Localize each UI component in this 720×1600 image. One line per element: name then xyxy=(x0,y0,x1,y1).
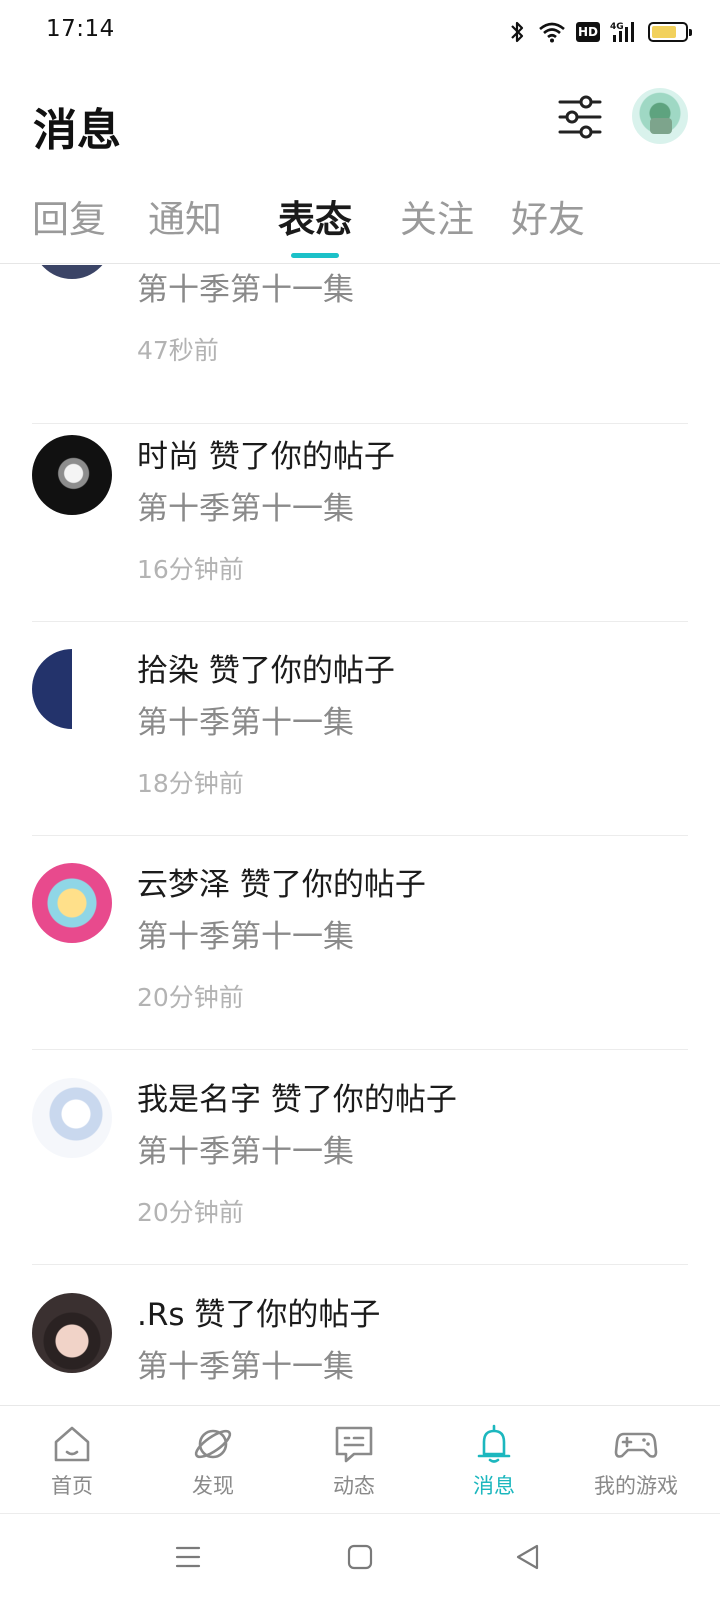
avatar[interactable] xyxy=(32,863,112,943)
nav-discover[interactable]: 发现 xyxy=(153,1422,273,1500)
user-avatar[interactable] xyxy=(632,88,688,144)
nav-messages[interactable]: 消息 xyxy=(434,1422,554,1500)
bluetooth-icon xyxy=(506,20,528,44)
nav-my-games[interactable]: 我的游戏 xyxy=(576,1422,696,1500)
status-time: 17:14 xyxy=(46,16,115,42)
svg-text:4G: 4G xyxy=(610,22,624,32)
nav-label: 我的游戏 xyxy=(594,1474,678,1498)
item-time: 16分钟前 xyxy=(137,555,244,584)
item-subtitle: 第十季第十一集 xyxy=(137,705,354,741)
nav-feed[interactable]: 动态 xyxy=(294,1422,414,1500)
nav-label: 发现 xyxy=(192,1474,234,1498)
item-time: 18分钟前 xyxy=(137,769,244,798)
tab-reply[interactable]: 回复 xyxy=(32,196,106,252)
item-text: 云梦泽 赞了你的帖子 第十季第十一集 20分钟前 xyxy=(137,862,688,1016)
nav-label: 消息 xyxy=(473,1474,515,1498)
gamepad-icon xyxy=(614,1432,658,1458)
item-subtitle: 第十季第十一集 xyxy=(137,1349,354,1385)
item-text: 时尚 赞了你的帖子 第十季第十一集 16分钟前 xyxy=(137,434,688,588)
hd-badge: HD xyxy=(576,22,600,42)
item-title: 我是名字 赞了你的帖子 xyxy=(137,1082,457,1118)
back-triangle-icon xyxy=(516,1544,539,1570)
active-tab-indicator xyxy=(291,253,339,258)
list-item[interactable]: .Rs 赞了你的帖子 第十季第十一集 xyxy=(0,1261,720,1405)
item-subtitle: 第十季第十一集 xyxy=(137,272,354,308)
item-subtitle: 第十季第十一集 xyxy=(137,919,354,955)
tab-reaction[interactable]: 表态 xyxy=(278,196,352,258)
home-icon xyxy=(54,1426,90,1462)
wifi-icon xyxy=(538,21,566,43)
menu-button[interactable] xyxy=(172,1541,204,1573)
home-square-icon xyxy=(347,1544,373,1570)
chat-icon xyxy=(335,1426,373,1463)
list-item[interactable]: 第十季第十一集 47秒前 xyxy=(0,265,720,424)
header: 消息 xyxy=(0,64,720,184)
item-text: 拾染 赞了你的帖子 第十季第十一集 18分钟前 xyxy=(137,648,688,802)
avatar[interactable] xyxy=(32,1293,112,1373)
item-time: 47秒前 xyxy=(137,336,219,365)
avatar[interactable] xyxy=(32,435,112,515)
status-icons: HD 4G xyxy=(506,17,692,47)
list-item[interactable]: 时尚 赞了你的帖子 第十季第十一集 16分钟前 xyxy=(0,403,720,622)
back-button[interactable] xyxy=(512,1541,544,1573)
tab-follow[interactable]: 关注 xyxy=(400,196,474,252)
item-subtitle: 第十季第十一集 xyxy=(137,1134,354,1170)
filter-settings-button[interactable] xyxy=(556,94,604,140)
item-text: 我是名字 赞了你的帖子 第十季第十一集 20分钟前 xyxy=(137,1077,688,1231)
tab-friends[interactable]: 好友 xyxy=(511,196,585,252)
item-title: 拾染 赞了你的帖子 xyxy=(137,653,395,689)
nav-label: 动态 xyxy=(333,1474,375,1498)
list-item[interactable]: 拾染 赞了你的帖子 第十季第十一集 18分钟前 xyxy=(0,617,720,836)
list-item[interactable]: 我是名字 赞了你的帖子 第十季第十一集 20分钟前 xyxy=(0,1046,720,1265)
nav-label: 首页 xyxy=(51,1474,93,1498)
item-time: 20分钟前 xyxy=(137,983,244,1012)
list-item[interactable]: 云梦泽 赞了你的帖子 第十季第十一集 20分钟前 xyxy=(0,831,720,1050)
page-title: 消息 xyxy=(33,105,121,156)
tab-reaction-label: 表态 xyxy=(278,198,352,241)
battery-icon xyxy=(648,22,692,42)
status-bar: 17:14 HD 4G xyxy=(0,0,720,64)
item-title: 云梦泽 赞了你的帖子 xyxy=(137,867,426,903)
bottom-navigation: 首页 发现 动态 消息 我的游戏 xyxy=(0,1405,720,1513)
avatar[interactable] xyxy=(32,649,112,729)
message-tabs: 回复 通知 表态 关注 好友 xyxy=(0,184,720,264)
notification-list: 第十季第十一集 47秒前 时尚 赞了你的帖子 第十季第十一集 16分钟前 拾染 … xyxy=(0,265,720,1405)
item-title: 时尚 赞了你的帖子 xyxy=(137,439,395,475)
item-subtitle: 第十季第十一集 xyxy=(137,491,354,527)
avatar[interactable] xyxy=(32,265,112,279)
menu-icon xyxy=(175,1546,201,1568)
nav-home[interactable]: 首页 xyxy=(12,1422,132,1500)
system-navigation-bar xyxy=(0,1513,720,1600)
item-text: .Rs 赞了你的帖子 第十季第十一集 xyxy=(137,1292,688,1405)
signal-icon: 4G xyxy=(610,20,638,44)
planet-icon xyxy=(194,1429,232,1459)
item-title: .Rs 赞了你的帖子 xyxy=(137,1297,381,1333)
item-text: 第十季第十一集 47秒前 xyxy=(137,265,688,369)
tab-notice[interactable]: 通知 xyxy=(148,196,222,252)
bell-icon xyxy=(477,1424,511,1463)
avatar[interactable] xyxy=(32,1078,112,1158)
item-time: 20分钟前 xyxy=(137,1198,244,1227)
battery-fill xyxy=(652,26,676,38)
sliders-icon xyxy=(558,95,602,139)
home-button[interactable] xyxy=(344,1541,376,1573)
